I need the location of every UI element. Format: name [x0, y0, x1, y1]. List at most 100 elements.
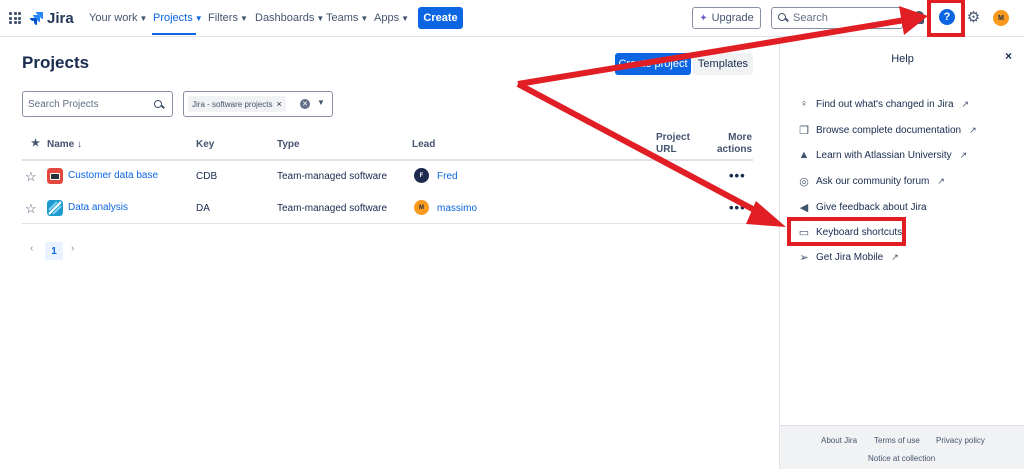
pagination-next-icon[interactable]: › [71, 243, 74, 254]
privacy-policy-link[interactable]: Privacy policy [936, 436, 985, 445]
help-item-label: Give feedback about Jira [816, 201, 927, 213]
project-name-link[interactable]: Customer data base [68, 170, 158, 181]
app-switcher-icon[interactable] [9, 12, 21, 24]
table-header-divider [22, 159, 753, 161]
clear-filter-icon[interactable]: ✕ [300, 99, 310, 109]
user-avatar[interactable]: M [993, 10, 1009, 26]
chevron-down-icon[interactable]: ▼ [317, 98, 325, 107]
external-link-icon: ↗ [937, 175, 945, 186]
project-type: Team-managed software [277, 203, 388, 214]
project-key: CDB [196, 171, 218, 182]
pagination-current-page[interactable]: 1 [45, 242, 63, 260]
search-icon [154, 100, 164, 110]
close-icon[interactable]: × [1005, 49, 1012, 63]
nav-dashboards[interactable]: Dashboards ▼ [255, 12, 324, 24]
settings-gear-icon[interactable]: ⚙ [966, 10, 981, 25]
product-filter-select[interactable]: Jira - software projects × ✕ ▼ [183, 91, 333, 117]
templates-button[interactable]: Templates [693, 53, 753, 75]
lead-name-link[interactable]: massimo [437, 203, 477, 214]
chevron-down-icon: ▼ [194, 13, 203, 23]
help-item-documentation[interactable]: ❐ Browse complete documentation ↗ [798, 122, 977, 138]
help-item-label: Ask our community forum [816, 175, 930, 187]
external-link-icon: ↗ [959, 149, 968, 160]
help-item-jira-mobile[interactable]: ➢ Get Jira Mobile ↗ [798, 249, 899, 265]
chevron-down-icon: ▼ [401, 13, 409, 23]
global-search-input[interactable]: Search [771, 7, 903, 29]
column-header-key[interactable]: Key [196, 139, 214, 150]
filter-tag: Jira - software projects × [188, 96, 286, 112]
nav-your-work[interactable]: Your work ▼ [89, 12, 147, 24]
star-icon[interactable]: ☆ [25, 202, 37, 215]
sparkle-icon: ✦ [699, 12, 708, 24]
column-header-name[interactable]: Name ↓ [47, 139, 82, 150]
chevron-down-icon: ▼ [139, 13, 148, 23]
header-line: Project [656, 132, 690, 143]
external-link-icon: ↗ [969, 124, 977, 135]
name-header-label: Name [47, 139, 75, 150]
terms-of-use-link[interactable]: Terms of use [874, 436, 920, 445]
help-item-label: Keyboard shortcuts [816, 226, 903, 238]
chevron-down-icon: ▼ [316, 13, 325, 23]
keyboard-icon: ▭ [798, 226, 810, 239]
logo-text: Jira [47, 9, 74, 27]
help-item-keyboard-shortcuts[interactable]: ▭ Keyboard shortcuts [798, 224, 902, 240]
help-item-whats-new[interactable]: ♀ Find out what's changed in Jira ↗ [798, 96, 969, 112]
create-button[interactable]: Create [418, 7, 463, 29]
megaphone-icon: ◀ [799, 201, 809, 214]
comment-icon: ◎ [799, 175, 809, 188]
remove-tag-icon[interactable]: × [276, 99, 281, 109]
column-header-more-actions: More actions [717, 132, 752, 156]
page-title: Projects [22, 53, 90, 72]
nav-apps[interactable]: Apps ▼ [374, 12, 409, 24]
favorite-column-star-icon: ★ [31, 138, 40, 149]
help-item-label: Get Jira Mobile [816, 251, 884, 263]
nav-label: Your work [89, 12, 138, 24]
create-project-button[interactable]: Create project [615, 53, 691, 75]
lead-avatar: M [414, 200, 429, 215]
project-avatar-icon [47, 168, 63, 184]
help-item-feedback[interactable]: ◀ Give feedback about Jira [798, 199, 927, 215]
help-icon[interactable]: ? [939, 9, 955, 25]
lead-avatar: F [414, 168, 429, 183]
external-link-icon: ↗ [891, 251, 899, 262]
document-icon: ❐ [799, 124, 809, 137]
header-line: More [728, 132, 753, 143]
column-header-type[interactable]: Type [277, 139, 300, 150]
project-name-link[interactable]: Data analysis [68, 202, 128, 213]
external-link-icon: ↗ [961, 98, 970, 109]
help-item-label: Find out what's changed in Jira [816, 98, 954, 110]
help-item-atlassian-university[interactable]: ▲ Learn with Atlassian University ↗ [798, 147, 968, 163]
notifications-bell-icon[interactable] [914, 11, 924, 24]
header-line: actions [717, 144, 753, 155]
upgrade-button[interactable]: ✦ Upgrade [692, 7, 761, 29]
active-nav-indicator [152, 33, 196, 35]
project-avatar-icon [47, 200, 63, 216]
lead-name-link[interactable]: Fred [437, 171, 458, 182]
jira-logo-icon [30, 12, 43, 25]
column-header-lead[interactable]: Lead [412, 139, 435, 150]
chevron-down-icon: ▼ [239, 13, 248, 23]
help-item-community-forum[interactable]: ◎ Ask our community forum ↗ [798, 173, 945, 189]
top-navigation: Jira Your work ▼ Projects ▼ Filters ▼ Dashb… [0, 0, 1024, 37]
nav-filters[interactable]: Filters ▼ [208, 12, 248, 24]
notice-at-collection-link[interactable]: Notice at collection [868, 454, 935, 463]
more-actions-button[interactable]: ••• [729, 201, 746, 214]
atlassian-icon: ▲ [798, 149, 810, 161]
header-line: URL [656, 144, 677, 155]
nav-teams[interactable]: Teams ▼ [326, 12, 368, 24]
filter-tag-label: Jira - software projects [192, 99, 273, 109]
pagination-prev-icon[interactable]: ‹ [30, 243, 33, 254]
search-projects-input[interactable]: Search Projects [22, 91, 173, 117]
more-actions-button[interactable]: ••• [729, 169, 746, 182]
nav-label: Dashboards [255, 12, 315, 24]
jira-logo[interactable]: Jira [29, 8, 74, 28]
nav-projects[interactable]: Projects ▼ [153, 12, 203, 24]
help-item-label: Browse complete documentation [816, 124, 962, 136]
search-projects-placeholder: Search Projects [28, 98, 99, 110]
help-item-label: Learn with Atlassian University [816, 149, 952, 161]
upgrade-label: Upgrade [711, 12, 754, 24]
help-panel-title: Help [891, 53, 914, 65]
star-icon[interactable]: ☆ [25, 170, 37, 183]
about-jira-link[interactable]: About Jira [821, 436, 857, 445]
nav-label: Apps [374, 12, 400, 24]
